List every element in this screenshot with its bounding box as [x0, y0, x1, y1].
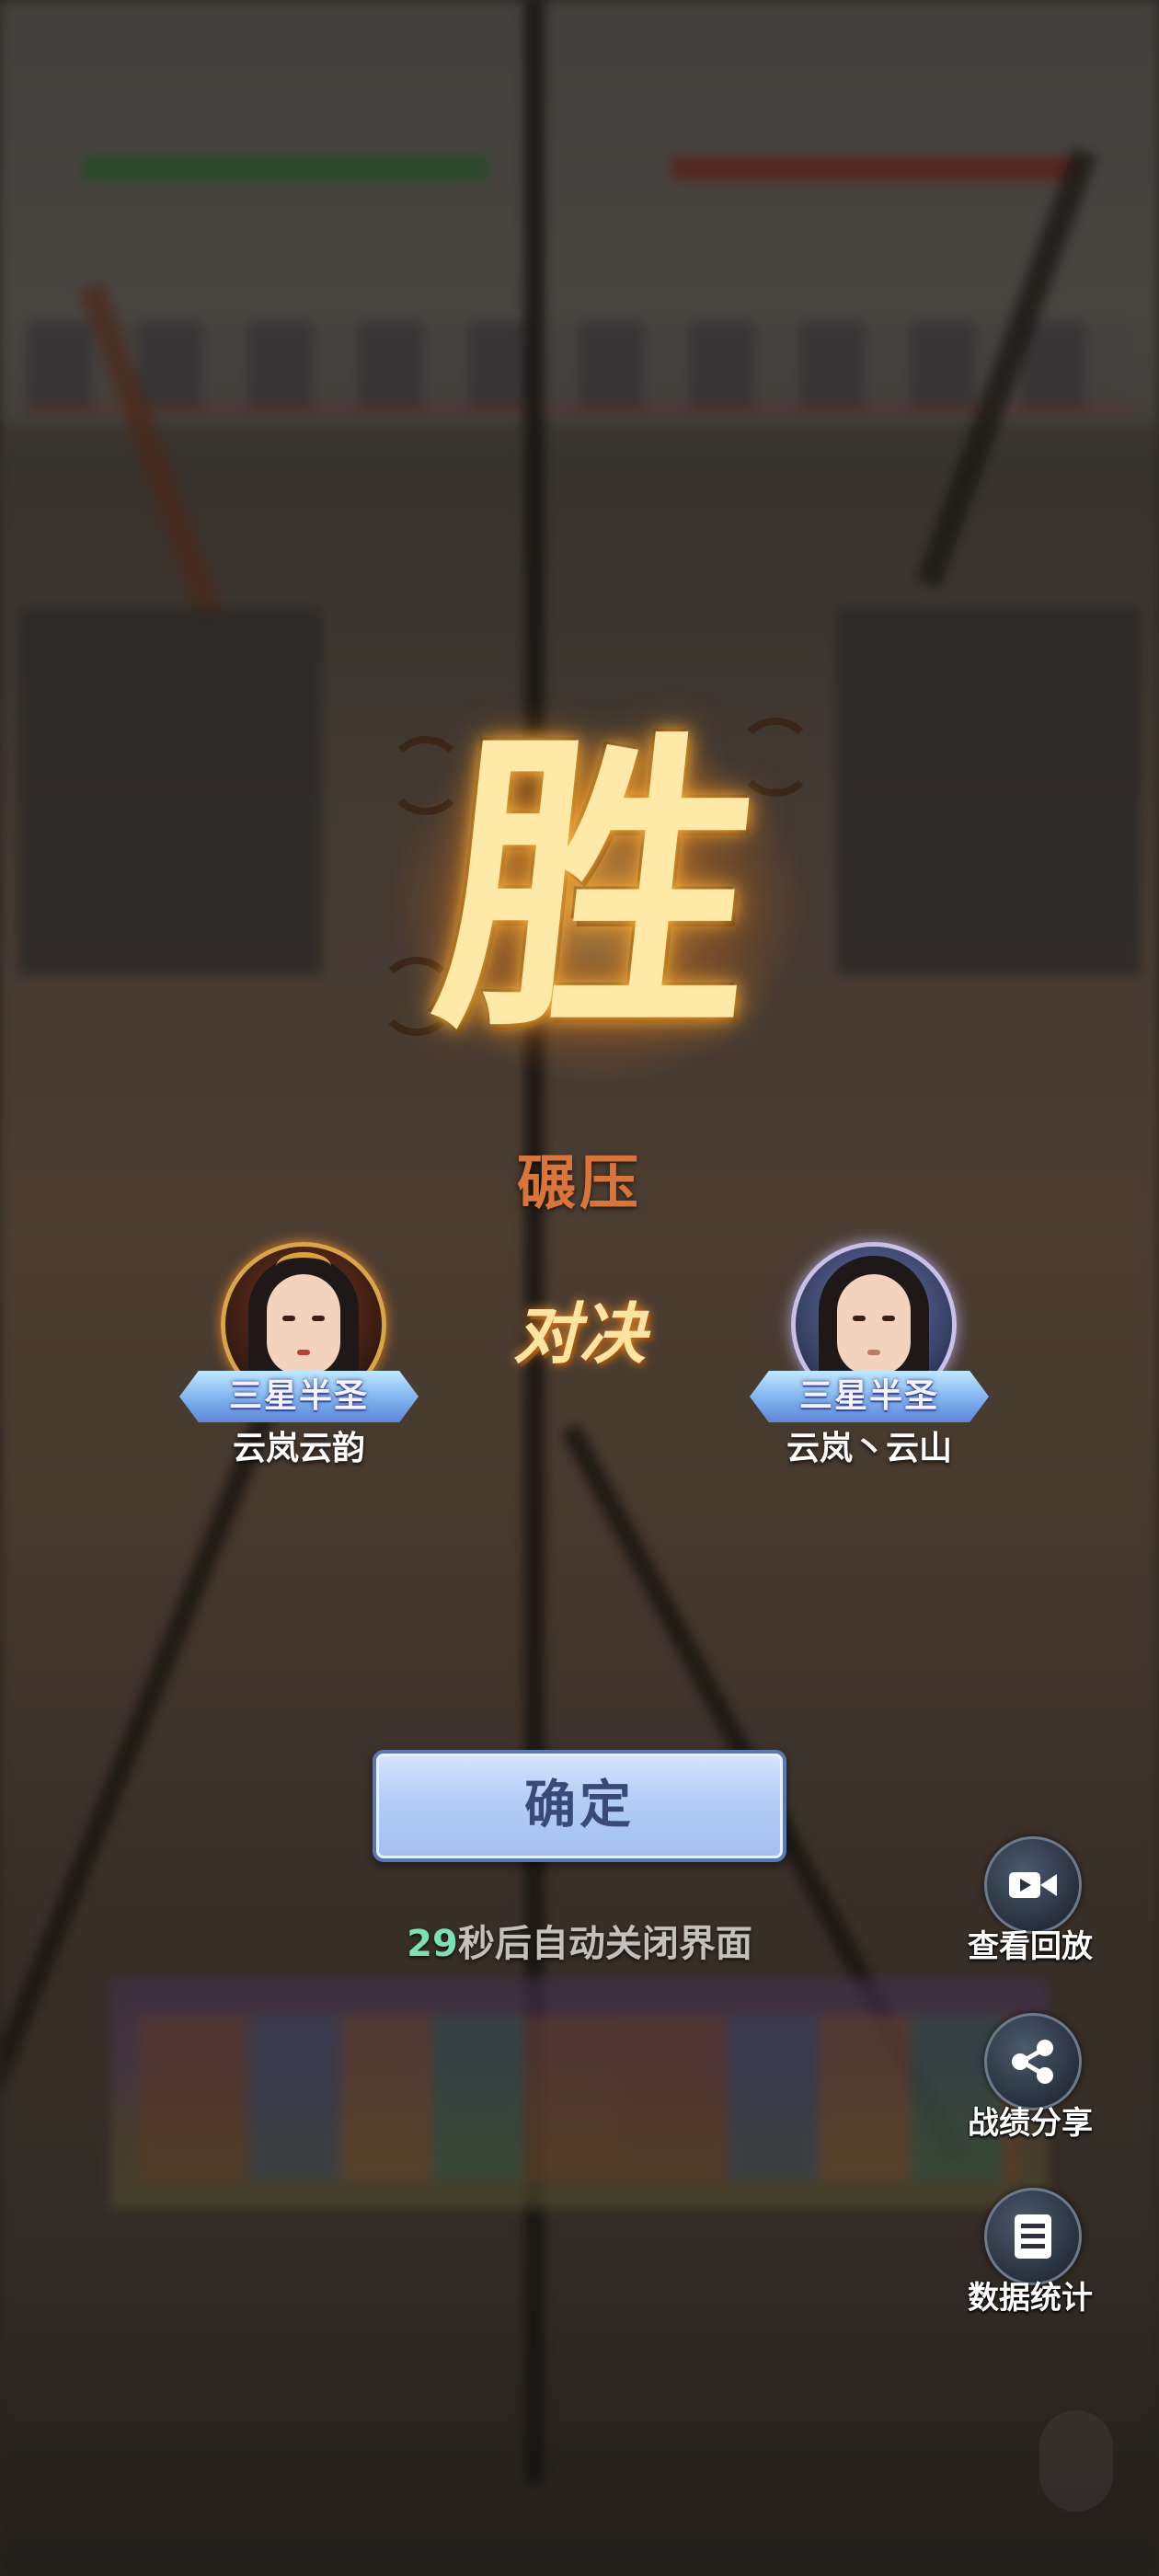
- player-right: 三星半圣 云岚丶云山: [731, 1233, 1007, 1472]
- faded-corner-icon: [1039, 2410, 1113, 2512]
- view-replay-label: 查看回放: [968, 1928, 1093, 1965]
- share-record-button[interactable]: 战绩分享: [947, 2013, 1113, 2160]
- player-name: 云岚云韵: [232, 1430, 365, 1467]
- result-subtitle: 碾压: [517, 1150, 642, 1218]
- video-camera-icon: [1009, 1872, 1057, 1898]
- victory-emblem: 胜: [350, 681, 846, 1104]
- data-stats-button[interactable]: 数据统计: [947, 2188, 1113, 2335]
- data-stats-label: 数据统计: [968, 2280, 1093, 2317]
- player-name: 云岚丶云山: [786, 1430, 952, 1467]
- confirm-button[interactable]: 确定: [373, 1750, 786, 1862]
- share-record-label: 战绩分享: [968, 2105, 1093, 2142]
- player-left: 三星半圣 云岚云韵: [161, 1233, 437, 1472]
- rank-badge: 三星半圣: [750, 1371, 989, 1422]
- vs-emblem: 对决: [512, 1294, 646, 1373]
- countdown-text: 秒后自动关闭界面: [457, 1923, 752, 1965]
- share-icon: [1012, 2040, 1053, 2084]
- rank-badge: 三星半圣: [179, 1371, 419, 1422]
- victory-text: 胜: [422, 704, 775, 1071]
- list-icon: [1015, 2214, 1051, 2259]
- countdown-seconds: 29: [407, 1923, 458, 1965]
- view-replay-button[interactable]: 查看回放: [947, 1836, 1113, 1984]
